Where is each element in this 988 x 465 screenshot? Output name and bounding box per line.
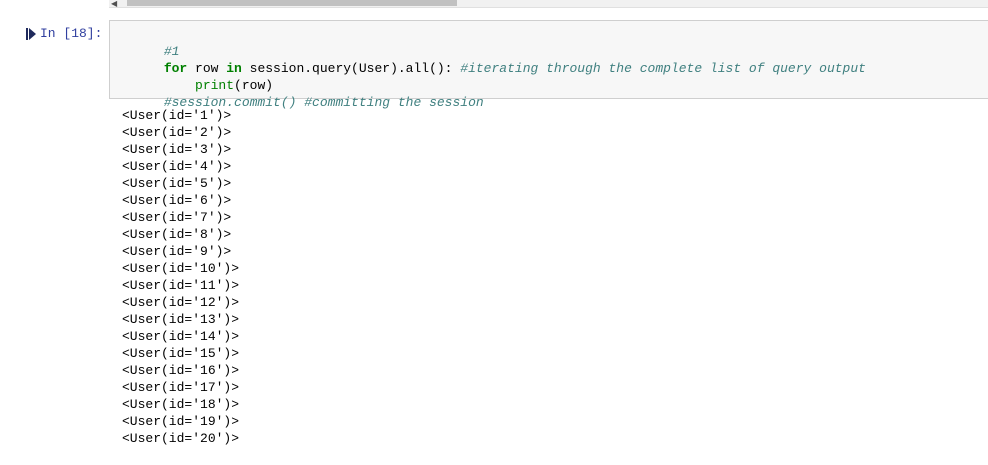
input-prompt: In [18]: (26, 26, 102, 41)
cell-output-area: <User(id='1')> <User(id='2')> <User(id='… (122, 107, 239, 447)
output-line: <User(id='3')> (122, 142, 232, 157)
output-line: <User(id='17')> (122, 380, 240, 395)
output-line: <User(id='4')> (122, 159, 232, 174)
output-line: <User(id='11')> (122, 278, 240, 293)
output-line: <User(id='5')> (122, 176, 232, 191)
output-line: <User(id='8')> (122, 227, 232, 242)
prompt-label: In [18]: (40, 26, 103, 41)
scrollbar-thumb[interactable] (127, 0, 457, 6)
output-line: <User(id='16')> (122, 363, 240, 378)
output-line: <User(id='2')> (122, 125, 232, 140)
code-keyword-for: for (163, 61, 188, 76)
code-keyword-in: in (226, 61, 242, 76)
output-line: <User(id='19')> (122, 414, 240, 429)
code-line-2: for row in session.query(User).all(): #i… (117, 43, 988, 76)
code-comment: #committing the session (304, 95, 484, 110)
output-line: <User(id='1')> (122, 108, 232, 123)
output-line: <User(id='9')> (122, 244, 232, 259)
notebook-page: ◀ In [18]: #1 for row in session.query(U… (0, 0, 988, 465)
run-cell-icon[interactable] (26, 27, 36, 40)
output-line: <User(id='20')> (122, 431, 240, 446)
output-line: <User(id='7')> (122, 210, 232, 225)
output-line: <User(id='10')> (122, 261, 240, 276)
output-line: <User(id='15')> (122, 346, 240, 361)
output-line: <User(id='13')> (122, 312, 240, 327)
output-line: <User(id='12')> (122, 295, 240, 310)
code-text: row (187, 61, 227, 76)
code-builtin-print: print (195, 78, 235, 93)
scroll-left-arrow-icon[interactable]: ◀ (111, 0, 117, 8)
code-comment: #iterating through the complete list of … (460, 61, 866, 76)
code-text: (row) (234, 78, 274, 93)
output-line: <User(id='6')> (122, 193, 232, 208)
code-comment: #1 (163, 44, 180, 59)
output-line: <User(id='18')> (122, 397, 240, 412)
horizontal-scrollbar[interactable]: ◀ (109, 0, 988, 8)
code-line-1: #1 (117, 26, 988, 59)
code-input-area[interactable]: #1 for row in session.query(User).all():… (109, 20, 988, 110)
code-text: session.query(User).all(): (241, 61, 461, 76)
output-line: <User(id='14')> (122, 329, 240, 344)
